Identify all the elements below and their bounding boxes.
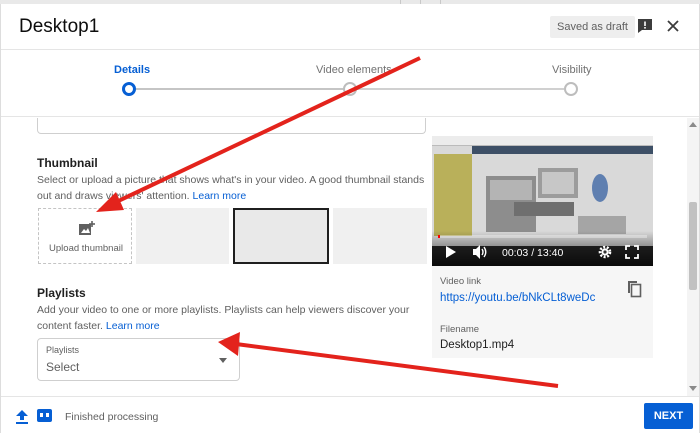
auto-thumbnail-option-selected[interactable] <box>233 208 329 264</box>
hd-processing-icon <box>37 409 52 422</box>
step-connector <box>136 88 344 90</box>
playlists-dropdown-value: Select <box>46 360 80 374</box>
feedback-icon <box>638 19 652 33</box>
upload-stepper: Details Video elements Visibility <box>1 51 699 117</box>
dialog-header: Desktop1 Saved as draft <box>1 4 699 50</box>
scrollbar[interactable] <box>687 118 699 396</box>
close-icon <box>667 20 679 32</box>
thumbnail-title: Thumbnail <box>37 156 98 170</box>
details-scroll-area[interactable]: Thumbnail Select or upload a picture tha… <box>1 118 687 396</box>
video-frame <box>432 136 653 246</box>
chevron-down-icon <box>219 358 227 363</box>
copy-icon[interactable] <box>626 280 642 298</box>
step-details-label[interactable]: Details <box>114 64 150 76</box>
scroll-up-arrow[interactable] <box>689 122 697 127</box>
filename-value: Desktop1.mp4 <box>440 339 515 351</box>
play-icon[interactable] <box>446 246 456 258</box>
video-frame-header <box>472 146 653 154</box>
upload-icon <box>16 410 28 424</box>
step-visibility-dot[interactable] <box>564 82 578 96</box>
add-photo-icon <box>79 221 95 235</box>
seek-bar-fill <box>438 235 440 238</box>
step-video-elements-dot[interactable] <box>343 82 357 96</box>
step-connector <box>356 88 564 90</box>
upload-dialog: Desktop1 Saved as draft Details Video el… <box>0 4 700 433</box>
video-link[interactable]: https://youtu.be/bNkCLt8weDc <box>440 292 595 304</box>
saved-as-draft-badge: Saved as draft <box>550 16 635 38</box>
video-preview-card: 00:03 / 13:40 Video link https://youtu.b… <box>432 136 653 358</box>
playlists-title: Playlists <box>37 286 86 300</box>
scrollbar-thumb[interactable] <box>689 202 697 290</box>
upload-thumbnail-label: Upload thumbnail <box>49 243 123 254</box>
seek-bar[interactable] <box>438 235 647 238</box>
playlists-learn-more-link[interactable]: Learn more <box>106 320 160 332</box>
settings-gear-icon[interactable] <box>598 245 612 259</box>
video-frame-browser-bar <box>432 136 653 146</box>
step-details-dot[interactable] <box>122 82 136 96</box>
auto-thumbnail-option[interactable] <box>136 208 229 264</box>
video-frame-sidebar <box>434 154 472 236</box>
thumbnail-description: Select or upload a picture that shows wh… <box>37 172 427 204</box>
feedback-button[interactable] <box>636 17 654 35</box>
volume-icon[interactable] <box>472 244 488 260</box>
auto-thumbnail-option[interactable] <box>333 208 427 264</box>
video-time: 00:03 / 13:40 <box>502 247 564 259</box>
filename-label: Filename <box>440 324 480 335</box>
dialog-title: Desktop1 <box>19 16 100 37</box>
dialog-footer: Finished processing NEXT <box>1 396 699 433</box>
video-player[interactable]: 00:03 / 13:40 <box>432 136 653 266</box>
step-video-elements-label[interactable]: Video elements <box>316 64 392 76</box>
processing-status: Finished processing <box>65 411 159 423</box>
next-button[interactable]: NEXT <box>644 403 693 429</box>
fullscreen-icon[interactable] <box>625 245 639 259</box>
pc-components-illustration <box>486 168 626 234</box>
playlists-description-text: Add your video to one or more playlists.… <box>37 304 410 332</box>
step-visibility-label[interactable]: Visibility <box>552 64 592 76</box>
description-field[interactable] <box>37 118 426 134</box>
thumbnail-learn-more-link[interactable]: Learn more <box>193 190 247 202</box>
video-link-label: Video link <box>440 276 482 287</box>
close-button[interactable] <box>664 17 682 35</box>
playlists-dropdown-label: Playlists <box>46 345 80 355</box>
playlists-description: Add your video to one or more playlists.… <box>37 302 427 334</box>
playlists-dropdown[interactable]: Playlists Select <box>37 338 240 381</box>
upload-thumbnail-button[interactable]: Upload thumbnail <box>38 208 132 264</box>
scroll-down-arrow[interactable] <box>689 386 697 391</box>
